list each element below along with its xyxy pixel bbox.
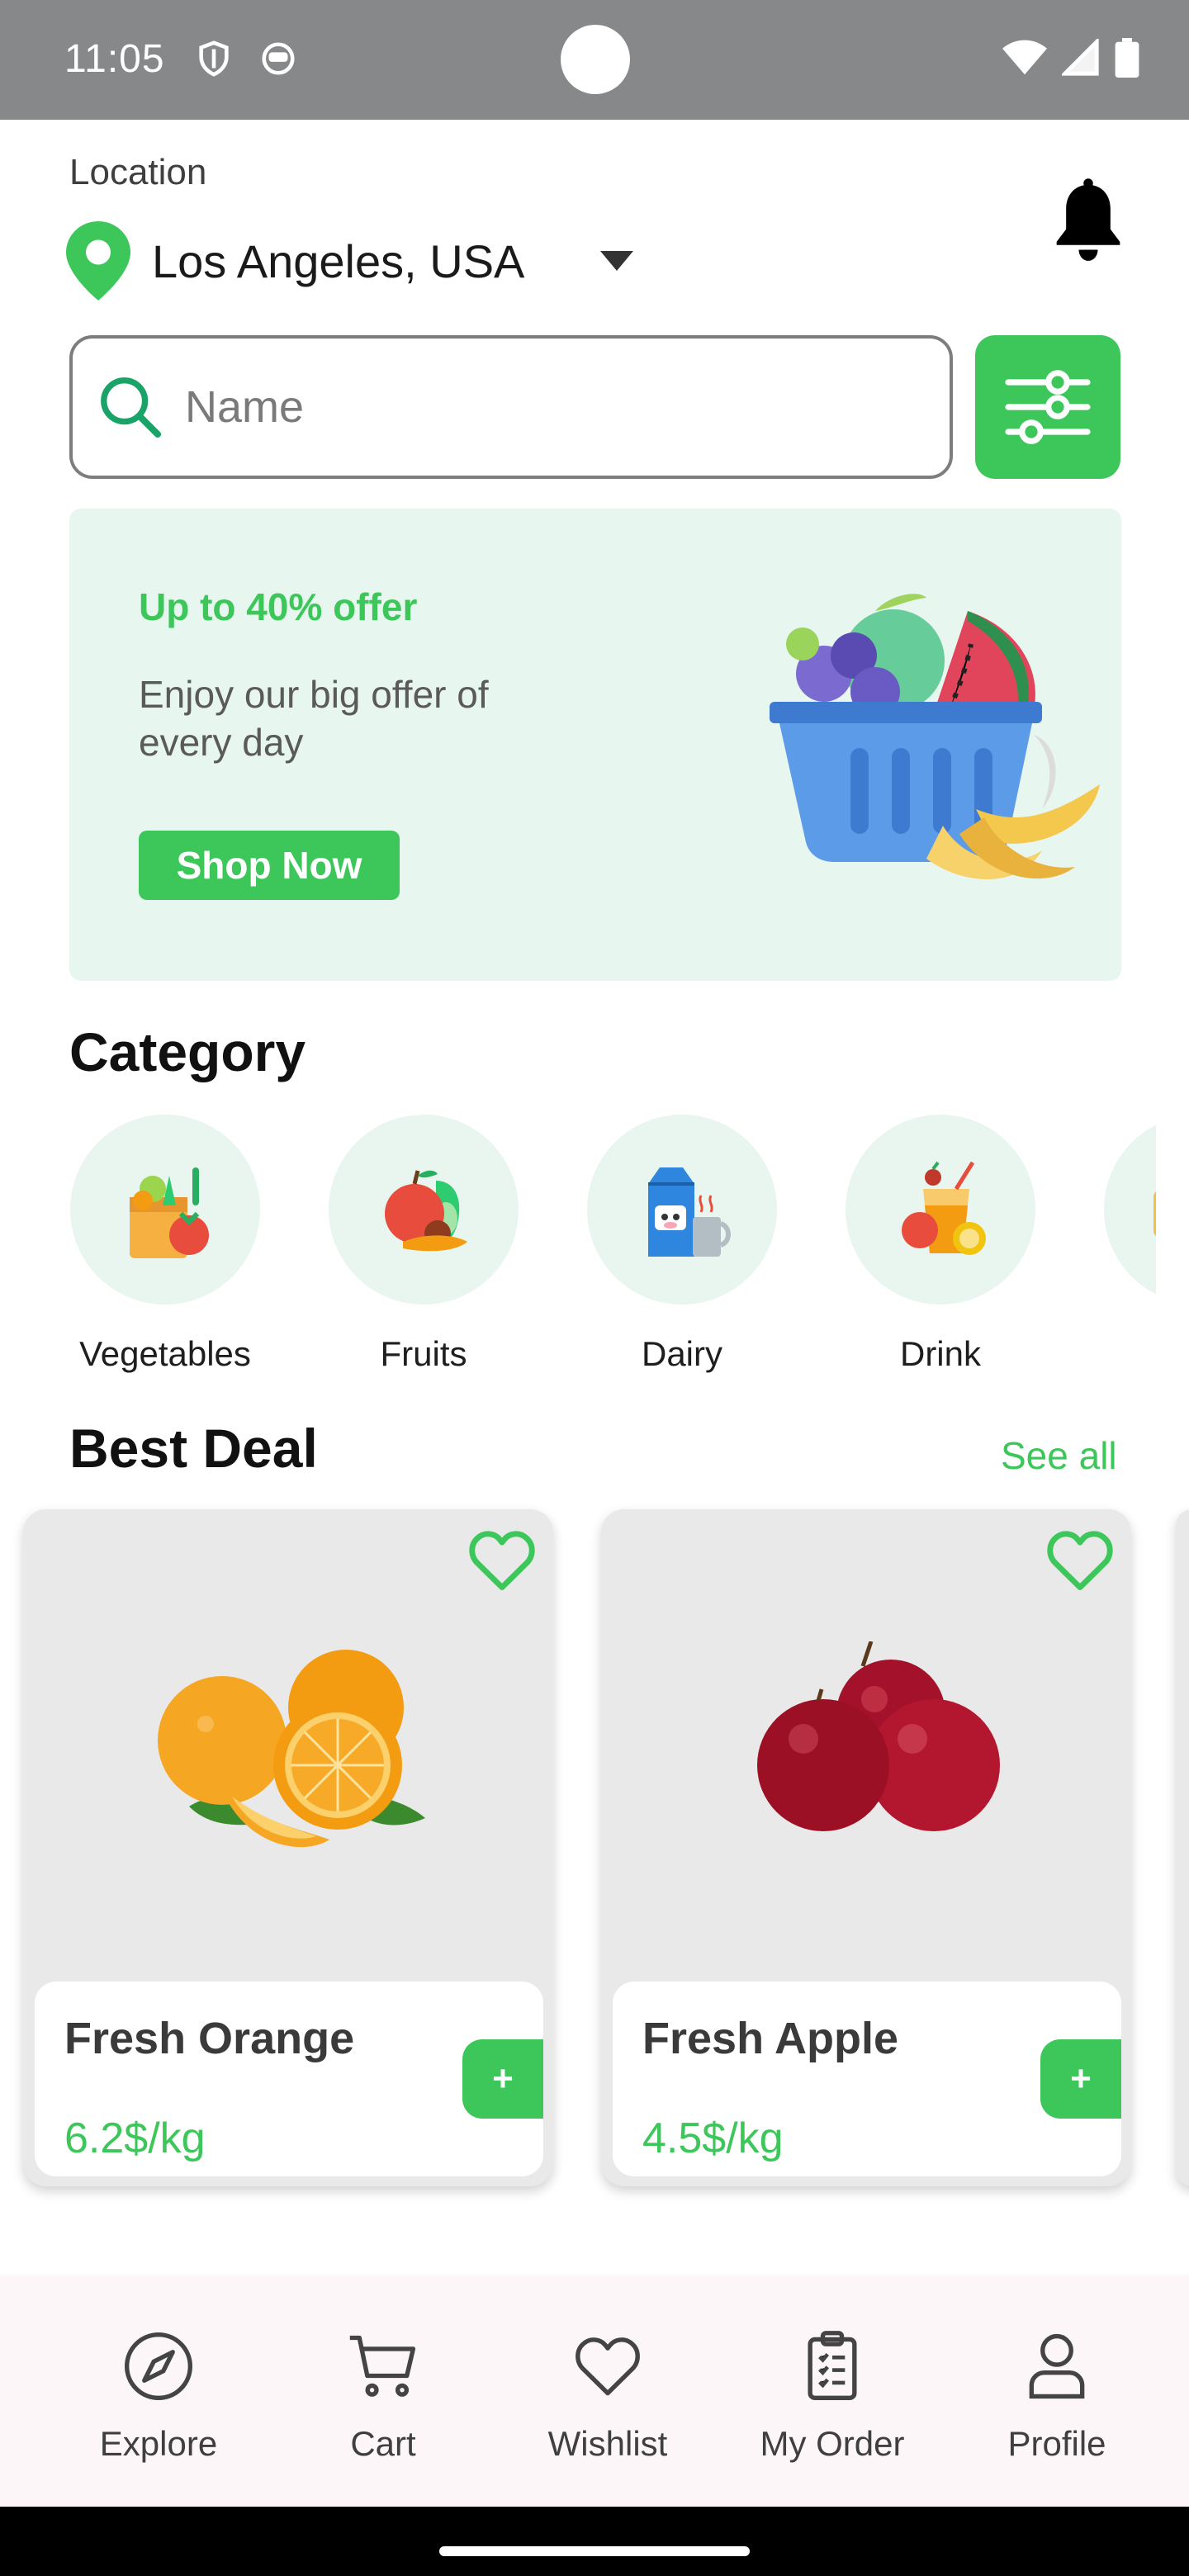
category-label: Fruits	[380, 1334, 467, 1373]
category-list: Vegetables Fruits Dairy Drink	[69, 1115, 1156, 1387]
system-navigation-bar	[0, 2507, 1189, 2576]
camera-cutout	[561, 25, 630, 94]
apple-image	[601, 1617, 1131, 1881]
product-price: 4.5$/kg	[642, 2114, 784, 2162]
battery-icon	[1115, 38, 1139, 78]
status-icons	[1002, 38, 1139, 78]
best-deal-title: Best Deal	[69, 1418, 318, 1479]
category-dairy[interactable]: Dairy	[586, 1115, 778, 1374]
product-card-orange[interactable]: Fresh Orange 6.2$/kg +	[23, 1509, 553, 2186]
promo-subtitle: Enjoy our big offer of every day	[139, 673, 489, 764]
see-all-link[interactable]: See all	[1001, 1433, 1117, 1478]
vegetables-icon	[70, 1115, 260, 1305]
nav-label: My Order	[760, 2424, 905, 2463]
shop-now-button[interactable]: Shop Now	[139, 831, 400, 900]
product-card-apple[interactable]: Fresh Apple 4.5$/kg +	[601, 1509, 1131, 2186]
filter-sliders-icon	[1005, 370, 1091, 444]
add-to-cart-button[interactable]: +	[1040, 2039, 1121, 2119]
location-label: Location	[69, 152, 207, 192]
search-box[interactable]	[69, 335, 953, 479]
drink-icon	[846, 1115, 1035, 1305]
status-time: 11:05	[64, 37, 165, 81]
product-info: Fresh Apple 4.5$/kg +	[613, 1982, 1121, 2176]
nav-cart[interactable]: Cart	[284, 2328, 482, 2464]
location-city: Los Angeles, USA	[152, 234, 525, 287]
home-gesture-handle[interactable]	[439, 2546, 750, 2556]
promo-title: Up to 40% offer	[139, 585, 418, 628]
location-selector[interactable]: Los Angeles, USA	[66, 221, 634, 301]
status-bar: 11:05	[0, 0, 1189, 120]
wifi-icon	[1002, 40, 1047, 75]
product-name: Fresh Orange	[64, 2014, 355, 2063]
product-price: 6.2$/kg	[64, 2114, 206, 2162]
face-icon	[259, 40, 297, 78]
promo-banner: Up to 40% offer Enjoy our big offer of e…	[69, 509, 1121, 981]
bakery-icon	[1104, 1115, 1156, 1305]
heart-icon	[576, 2337, 640, 2396]
fruit-basket-illustration	[770, 594, 1100, 879]
compass-icon	[124, 2332, 193, 2401]
category-label: Vegetables	[79, 1334, 251, 1373]
fruits-icon	[329, 1115, 519, 1305]
nav-label: Profile	[1007, 2424, 1106, 2463]
filter-button[interactable]	[975, 335, 1120, 479]
category-label: Dairy	[641, 1334, 722, 1373]
caret-down-icon	[600, 251, 634, 271]
nav-label: Explore	[99, 2424, 218, 2463]
category-vegetables[interactable]: Vegetables	[69, 1115, 261, 1374]
nav-profile[interactable]: Profile	[958, 2328, 1156, 2464]
nav-label: Wishlist	[547, 2424, 668, 2463]
product-name: Fresh Apple	[642, 2014, 899, 2063]
dairy-icon	[587, 1115, 777, 1305]
category-label: Drink	[899, 1334, 981, 1373]
signal-icon	[1062, 39, 1099, 76]
search-input[interactable]	[185, 381, 895, 433]
category-drink[interactable]: Drink	[845, 1115, 1036, 1374]
nav-my-order[interactable]: My Order	[733, 2328, 931, 2464]
category-next-peek[interactable]	[1103, 1115, 1156, 1305]
wishlist-heart-icon[interactable]	[464, 1522, 540, 1598]
nav-wishlist[interactable]: Wishlist	[509, 2328, 707, 2464]
person-icon	[1029, 2333, 1085, 2399]
shield-icon	[195, 40, 233, 78]
nav-explore[interactable]: Explore	[59, 2328, 258, 2464]
orange-image	[23, 1617, 553, 1881]
notification-bell-icon[interactable]	[1050, 178, 1126, 264]
search-icon	[101, 377, 162, 438]
wishlist-heart-icon[interactable]	[1042, 1522, 1118, 1598]
clipboard-icon	[808, 2331, 857, 2401]
cart-icon	[349, 2335, 416, 2397]
category-fruits[interactable]: Fruits	[328, 1115, 519, 1374]
product-card-next-peek[interactable]	[1176, 1509, 1189, 2186]
product-info: Fresh Orange 6.2$/kg +	[35, 1982, 543, 2176]
nav-label: Cart	[350, 2424, 416, 2463]
category-title: Category	[69, 1021, 306, 1082]
location-pin-icon	[66, 221, 130, 301]
bottom-navigation: Explore Cart Wishlist My Order Profile	[0, 2275, 1189, 2507]
add-to-cart-button[interactable]: +	[462, 2039, 543, 2119]
